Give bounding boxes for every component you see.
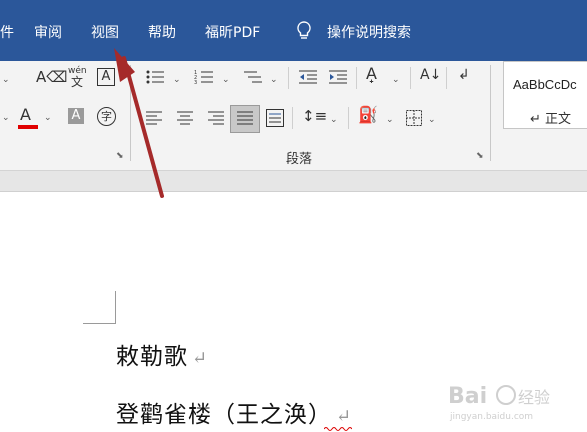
annotation-arrow	[114, 48, 164, 198]
